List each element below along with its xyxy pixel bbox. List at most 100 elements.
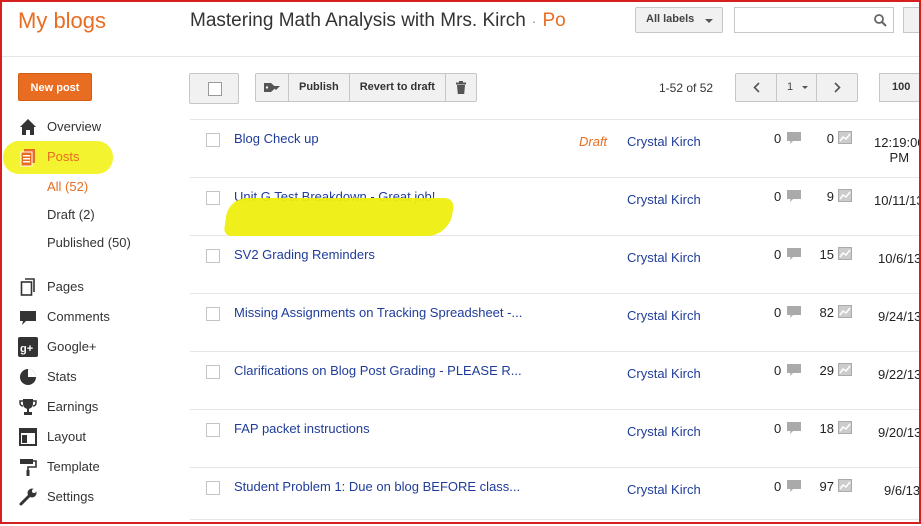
revert-to-draft-button[interactable]: Revert to draft [350,74,446,101]
select-all-checkbox[interactable] [189,73,239,104]
sidebar-item-label: Pages [47,279,84,294]
sidebar-item-label: Comments [47,309,110,324]
status-badge: Draft [579,134,608,149]
top-header: My blogs Mastering Math Analysis with Mr… [0,0,921,57]
prev-page-button[interactable] [736,74,777,101]
delete-button[interactable] [446,74,476,101]
post-title-link[interactable]: Clarifications on Blog Post Grading - PL… [234,363,522,378]
author-link[interactable]: Crystal Kirch [627,192,701,207]
label-dropdown-button[interactable] [256,74,289,101]
comment-icon [787,190,801,202]
sidebar-item-label: Layout [47,429,87,444]
author-link[interactable]: Crystal Kirch [627,308,701,323]
table-row: SV2 Grading Reminders Crystal Kirch 0 15… [190,235,921,294]
sidebar-item-label: Template [47,459,100,474]
comment-icon [787,248,801,260]
trash-icon [455,81,466,94]
post-date: 10/11/13 [874,193,921,208]
wrench-icon [19,488,37,506]
all-labels-label: All labels [646,13,695,25]
posts-filter-all[interactable]: All (52) [47,179,88,194]
search-icon[interactable] [874,14,887,27]
view-count: 15 [819,247,834,262]
comment-count: 0 [774,131,782,146]
posts-filter-published[interactable]: Published (50) [47,235,131,250]
search-field[interactable] [734,7,894,33]
blog-title-text: Mastering Math Analysis with Mrs. Kirch [190,10,526,31]
post-title-link[interactable]: Missing Assignments on Tracking Spreadsh… [234,305,522,320]
svg-text:g+: g+ [20,343,33,355]
header-menu-button[interactable] [903,7,921,33]
comment-count: 0 [774,363,782,378]
post-date: 9/22/13 [878,367,921,382]
stats-chart-icon [838,189,852,202]
blog-title[interactable]: Mastering Math Analysis with Mrs. Kirch ·… [190,10,566,32]
new-post-button[interactable]: New post [18,73,92,101]
trophy-icon [19,399,37,415]
post-count: 1-52 of 52 [659,81,714,95]
sidebar-item-label: Earnings [47,399,99,414]
comment-count: 0 [774,189,782,204]
row-checkbox[interactable] [206,133,220,147]
post-title-link[interactable]: SV2 Grading Reminders [234,247,375,262]
author-link[interactable]: Crystal Kirch [627,366,701,381]
sidebar-item-label: Google+ [47,339,97,354]
author-link[interactable]: Crystal Kirch [627,482,701,497]
view-count: 97 [819,479,834,494]
row-checkbox[interactable] [206,191,220,205]
comment-icon [787,364,801,376]
comment-count: 0 [774,305,782,320]
my-blogs-link[interactable]: My blogs [18,8,106,34]
comments-icon [20,311,36,325]
sidebar-item-label: Stats [47,369,77,384]
chevron-down-icon [705,19,713,23]
comment-icon [787,422,801,434]
stats-chart-icon [838,305,852,318]
row-checkbox[interactable] [206,249,220,263]
post-title-link[interactable]: Student Problem 1: Due on blog BEFORE cl… [234,479,520,494]
stats-chart-icon [838,131,852,144]
row-checkbox[interactable] [206,423,220,437]
row-checkbox[interactable] [206,481,220,495]
author-link[interactable]: Crystal Kirch [627,424,701,439]
author-link[interactable]: Crystal Kirch [627,250,701,265]
layout-icon [19,428,37,446]
stats-chart-icon [838,247,852,260]
page-select[interactable]: 1 [777,74,817,101]
comment-count: 0 [774,421,782,436]
checkbox-box [208,82,222,96]
title-separator: · [531,13,537,29]
next-page-button[interactable] [817,74,857,101]
table-row: Clarifications on Blog Post Grading - PL… [190,351,921,410]
search-input[interactable] [739,9,873,33]
all-labels-dropdown[interactable]: All labels [635,7,723,33]
pagination: 1 [735,73,858,102]
post-date-line1: 12:19:00 [874,135,921,150]
publish-button[interactable]: Publish [289,74,350,101]
post-date: 9/6/13 [884,483,921,498]
stats-chart-icon [838,479,852,492]
post-title-link[interactable]: FAP packet instructions [234,421,370,436]
post-date-line2: PM [889,150,910,165]
posts-filter-draft[interactable]: Draft (2) [47,207,95,222]
view-count: 18 [819,421,834,436]
comment-icon [787,306,801,318]
chevron-left-icon [753,82,760,93]
chevron-right-icon [834,82,841,93]
sidebar-item-label: Overview [47,119,102,134]
comment-icon [787,480,801,492]
post-title-link[interactable]: Blog Check up [234,131,319,146]
row-checkbox[interactable] [206,365,220,379]
author-link[interactable]: Crystal Kirch [627,134,701,149]
sidebar-item-label: Posts [47,149,80,164]
page-number: 1 [787,81,794,93]
table-row: Blog Check up Draft Crystal Kirch 0 0 12… [190,119,921,178]
per-page-button[interactable]: 100 [879,73,921,102]
sidebar-item-label: Settings [47,489,94,504]
paint-roller-icon [20,459,37,476]
section-name: Po [542,10,566,31]
view-count: 29 [819,363,834,378]
row-checkbox[interactable] [206,307,220,321]
post-date: 9/20/13 [878,425,921,440]
comment-icon [787,132,801,144]
